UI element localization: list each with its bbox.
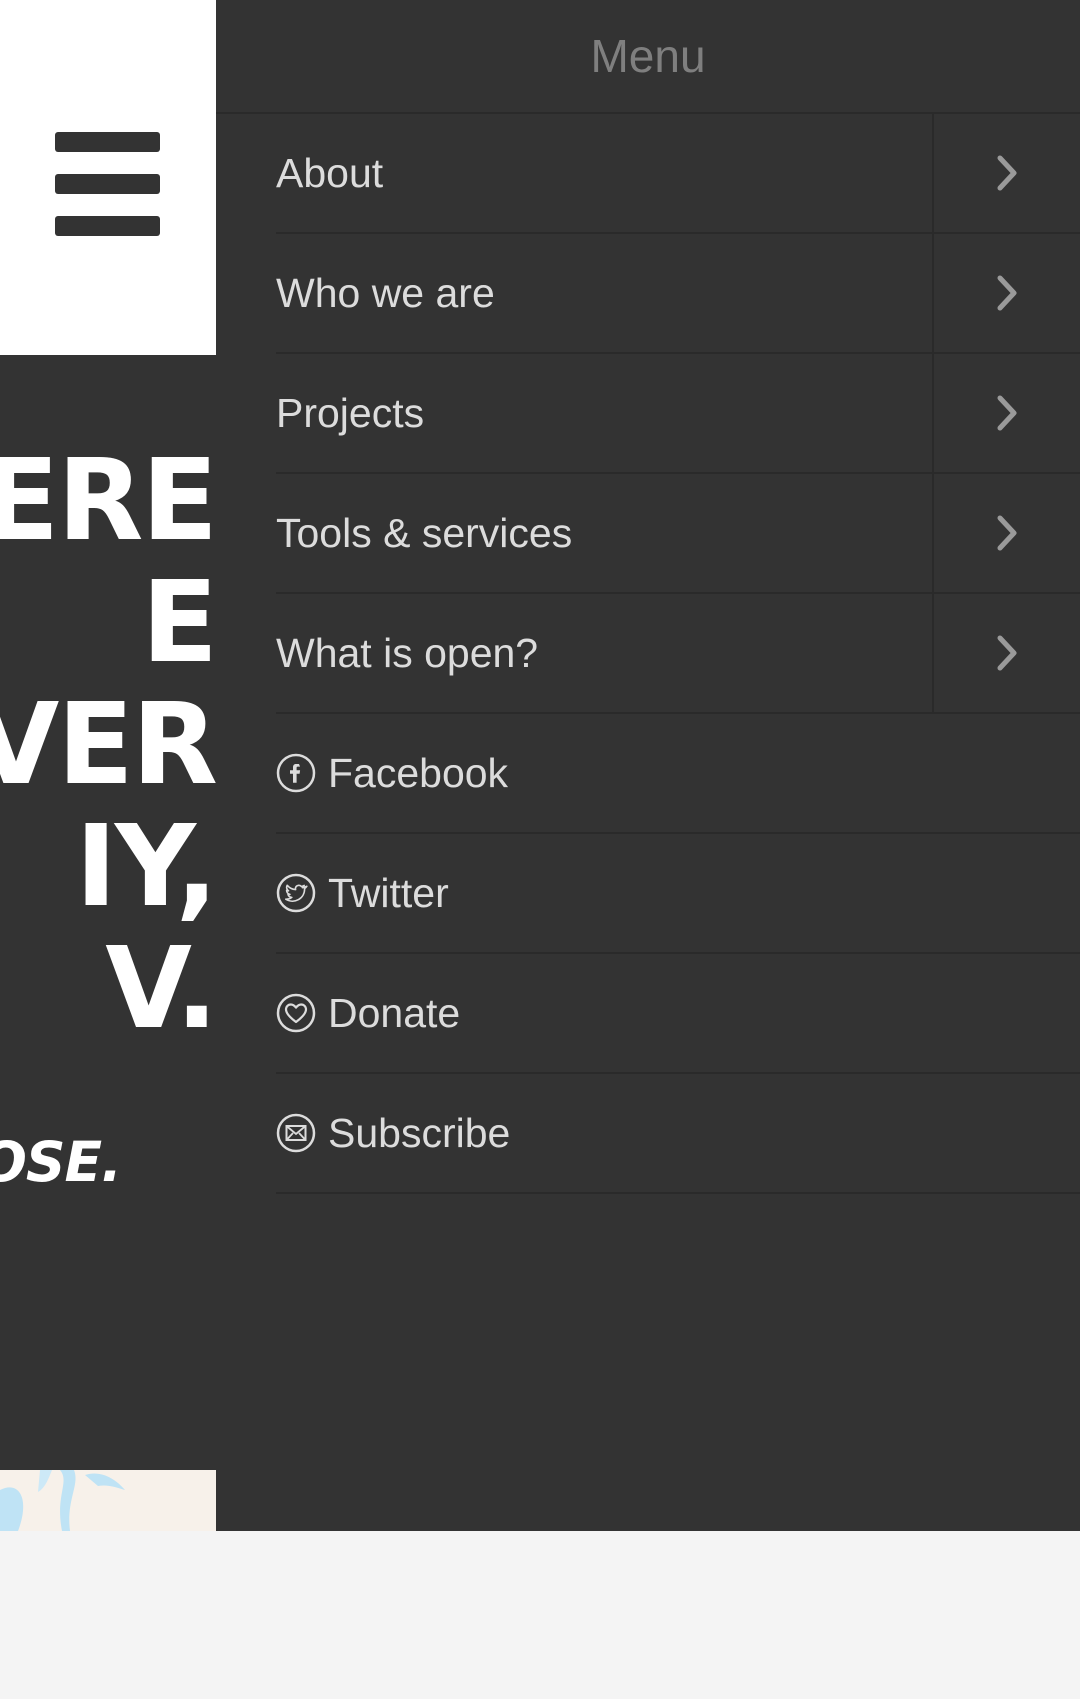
menu-item-projects[interactable]: Projects: [276, 354, 1080, 474]
background-page: ERE E VER IY, V. OSE.: [0, 0, 216, 1531]
chevron-right-icon: [997, 635, 1017, 671]
hamburger-icon-bar: [55, 174, 160, 194]
menu-item-label: Twitter: [328, 869, 449, 916]
hero-subtitle: OSE.: [0, 1130, 122, 1194]
menu-item-label: About: [276, 149, 384, 196]
menu-drawer: Menu About Who we are Projects Tools & s…: [216, 0, 1080, 1531]
expand-about-button[interactable]: [932, 114, 1080, 232]
menu-item-donate[interactable]: Donate: [276, 954, 1080, 1074]
menu-item-subscribe[interactable]: Subscribe: [276, 1074, 1080, 1194]
chevron-right-icon: [997, 155, 1017, 191]
menu-item-who-we-are[interactable]: Who we are: [276, 234, 1080, 354]
expand-who-we-are-button[interactable]: [932, 234, 1080, 352]
expand-what-is-open-button[interactable]: [932, 594, 1080, 712]
twitter-icon: [276, 873, 316, 913]
chevron-right-icon: [997, 515, 1017, 551]
menu-item-label: Donate: [328, 989, 461, 1036]
expand-projects-button[interactable]: [932, 354, 1080, 472]
menu-item-tools-services[interactable]: Tools & services: [276, 474, 1080, 594]
chevron-right-icon: [997, 395, 1017, 431]
chevron-right-icon: [997, 275, 1017, 311]
hamburger-icon: [55, 132, 160, 152]
map-image: [0, 1470, 125, 1531]
hamburger-menu-button[interactable]: [0, 0, 216, 355]
hamburger-icon-bar: [55, 216, 160, 236]
menu-item-label: Tools & services: [276, 509, 573, 556]
menu-item-what-is-open[interactable]: What is open?: [276, 594, 1080, 714]
menu-item-label: Facebook: [328, 749, 509, 796]
drawer-title: Menu: [216, 0, 1080, 114]
envelope-icon: [276, 1113, 316, 1153]
menu-item-label: Subscribe: [328, 1109, 511, 1156]
menu-item-facebook[interactable]: Facebook: [276, 714, 1080, 834]
hero-heading: ERE E VER IY, V.: [0, 436, 216, 1054]
map-thumbnail: [0, 1470, 216, 1531]
menu-item-label: Who we are: [276, 269, 495, 316]
menu-list: About Who we are Projects Tools & servic…: [216, 114, 1080, 1194]
facebook-icon: [276, 753, 316, 793]
menu-item-twitter[interactable]: Twitter: [276, 834, 1080, 954]
menu-item-about[interactable]: About: [276, 114, 1080, 234]
expand-tools-services-button[interactable]: [932, 474, 1080, 592]
menu-item-label: What is open?: [276, 629, 539, 676]
menu-item-label: Projects: [276, 389, 425, 436]
heart-icon: [276, 993, 316, 1033]
